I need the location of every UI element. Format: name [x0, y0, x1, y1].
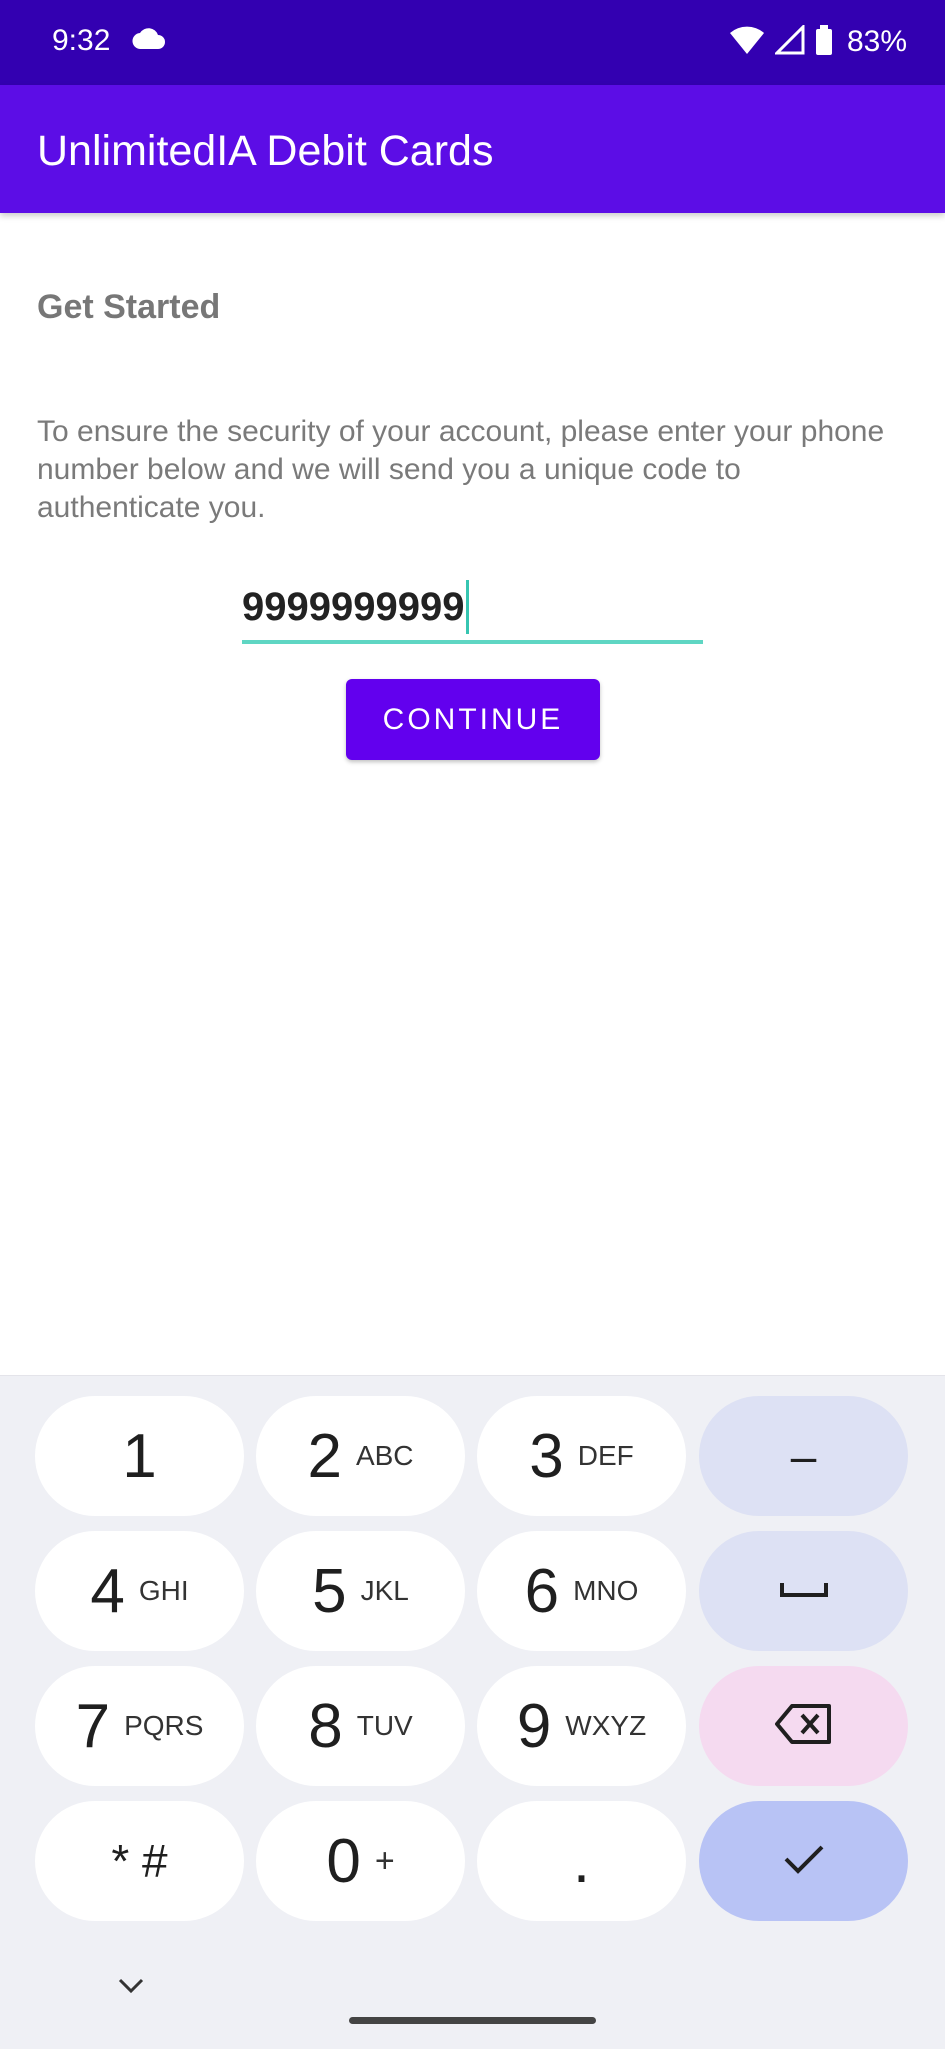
- battery-percent: 83%: [846, 25, 907, 58]
- chevron-down-icon[interactable]: [117, 1977, 145, 2000]
- status-icons: 83%: [729, 22, 907, 62]
- continue-button[interactable]: CONTINUE: [346, 679, 600, 760]
- text-cursor: [466, 580, 470, 634]
- space-icon: [779, 1579, 829, 1604]
- status-bar: 9:32 83%: [0, 0, 945, 85]
- key-0[interactable]: 0 +: [256, 1801, 465, 1921]
- backspace-icon: [774, 1703, 834, 1750]
- phone-number-input[interactable]: 9999999999: [242, 576, 703, 644]
- key-1[interactable]: 1: [35, 1396, 244, 1516]
- key-3[interactable]: 3 DEF: [477, 1396, 686, 1516]
- home-indicator[interactable]: [349, 2017, 596, 2024]
- app-bar: UnlimitedIA Debit Cards: [0, 85, 945, 213]
- key-9[interactable]: 9 WXYZ: [477, 1666, 686, 1786]
- checkmark-icon: [782, 1842, 826, 1881]
- minus-key[interactable]: –: [699, 1396, 908, 1516]
- battery-icon: [815, 24, 833, 60]
- key-4[interactable]: 4 GHI: [35, 1531, 244, 1651]
- key-period[interactable]: .: [477, 1801, 686, 1921]
- wifi-icon: [729, 25, 765, 60]
- key-6[interactable]: 6 MNO: [477, 1531, 686, 1651]
- key-7[interactable]: 7 PQRS: [35, 1666, 244, 1786]
- page-heading: Get Started: [37, 288, 221, 326]
- backspace-key[interactable]: [699, 1666, 908, 1786]
- key-star-hash[interactable]: * #: [35, 1801, 244, 1921]
- cellular-signal-icon: [773, 22, 805, 60]
- numeric-keyboard: 1 2 ABC 3 DEF – 4 GHI 5 JKL 6 MNO 7 PQRS…: [0, 1375, 945, 2049]
- app-title: UnlimitedIA Debit Cards: [37, 127, 494, 175]
- status-time: 9:32: [52, 24, 111, 57]
- phone-number-value: 9999999999: [242, 584, 465, 629]
- key-8[interactable]: 8 TUV: [256, 1666, 465, 1786]
- space-key[interactable]: [699, 1531, 908, 1651]
- key-5[interactable]: 5 JKL: [256, 1531, 465, 1651]
- cloud-icon: [132, 28, 166, 55]
- key-2[interactable]: 2 ABC: [256, 1396, 465, 1516]
- instructions-text: To ensure the security of your account, …: [37, 415, 885, 524]
- done-key[interactable]: [699, 1801, 908, 1921]
